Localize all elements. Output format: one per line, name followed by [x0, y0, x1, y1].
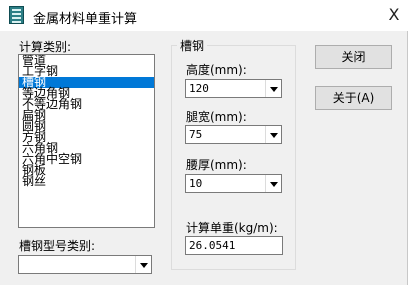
title-bar: 金属材料单重计算 X — [0, 0, 408, 31]
waist-thickness-label: 腰厚(mm): — [186, 158, 247, 172]
type-select-label: 槽钢型号类别: — [19, 239, 96, 253]
height-select[interactable]: 120 — [185, 79, 282, 98]
chevron-down-icon[interactable] — [265, 126, 281, 143]
height-label: 高度(mm): — [186, 63, 247, 77]
waist-thickness-select[interactable]: 10 — [185, 174, 282, 193]
type-select[interactable] — [18, 255, 152, 274]
about-button[interactable]: 关于(A) — [315, 86, 392, 110]
leg-width-label: 腿宽(mm): — [186, 110, 247, 124]
chevron-down-icon[interactable] — [135, 256, 151, 273]
window-title: 金属材料单重计算 — [33, 12, 138, 27]
category-label: 计算类别: — [19, 40, 72, 54]
close-icon[interactable]: X — [382, 4, 406, 26]
category-list-item[interactable]: 钢丝 — [19, 175, 154, 187]
leg-width-value: 75 — [189, 128, 203, 141]
height-value: 120 — [189, 82, 209, 95]
chevron-down-icon[interactable] — [265, 175, 281, 192]
params-group-title: 槽钢 — [177, 37, 208, 54]
app-window: 金属材料单重计算 X 计算类别: 管道 工字钢 槽钢 等边角钢 不等边角钢 扁钢 圆钢 方钢六… — [0, 0, 408, 285]
category-listbox[interactable]: 管道 工字钢 槽钢 等边角钢 不等边角钢 扁钢 圆钢 方钢 六角钢 六角中空钢 钢板 钢丝 — [18, 54, 155, 228]
waist-thickness-value: 10 — [189, 177, 203, 190]
chevron-down-icon[interactable] — [265, 80, 281, 97]
close-button[interactable]: 关闭 — [315, 45, 392, 69]
unit-weight-value: 26.0541 — [189, 239, 236, 252]
leg-width-select[interactable]: 75 — [185, 125, 282, 144]
calculator-app-icon — [9, 6, 24, 24]
unit-weight-field[interactable]: 26.0541 — [185, 236, 283, 255]
unit-weight-label: 计算单重(kg/m): — [186, 221, 278, 235]
